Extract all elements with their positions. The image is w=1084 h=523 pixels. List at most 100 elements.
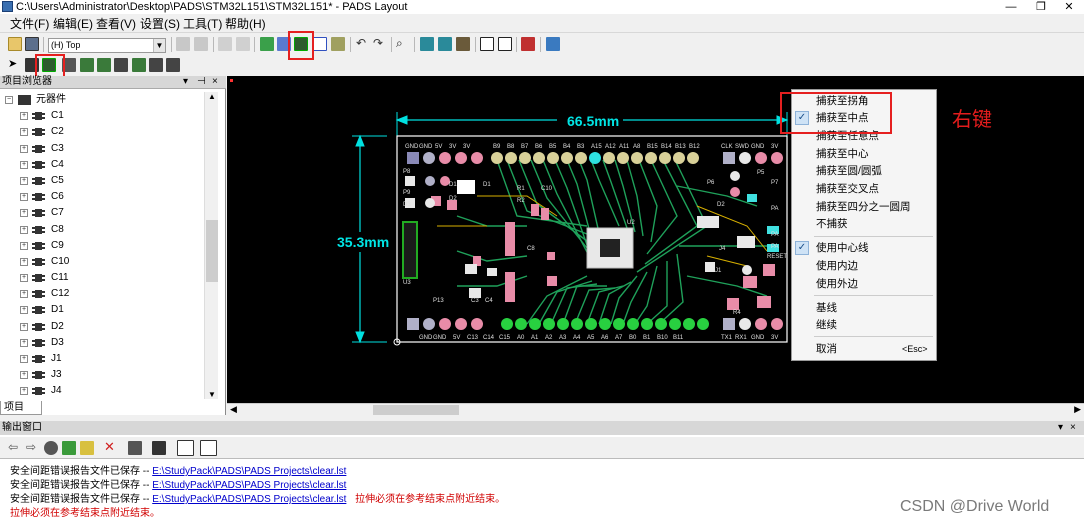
tree-item-c4[interactable]: + C4 [0,157,204,173]
maximize-button[interactable]: ❐ [1026,0,1056,14]
collapse-icon[interactable]: − [5,96,13,104]
expand-icon[interactable]: + [20,387,28,396]
stop-icon[interactable] [44,441,58,455]
menu-settings[interactable]: 设置(S) [140,17,180,31]
component-icon[interactable] [331,37,345,51]
context-menu-item[interactable]: 使用内边 [816,260,858,273]
select-arrow-icon[interactable]: ➤ [8,58,22,72]
refresh-output-icon[interactable] [62,441,76,455]
paste-icon[interactable] [236,37,250,51]
tree-item-c6[interactable]: + C6 [0,189,204,205]
output-close-button[interactable]: × [1070,421,1076,435]
tree-item-c3[interactable]: + C3 [0,141,204,157]
minimize-button[interactable]: — [996,0,1026,14]
select-mode-icon[interactable] [480,37,494,51]
clear-icon[interactable]: ✕ [104,440,118,455]
refresh-icon[interactable] [194,37,208,51]
trace-icon[interactable] [313,37,327,51]
redo-icon[interactable]: ↷ [373,37,387,51]
menu-tools[interactable]: 工具(T) [183,17,222,31]
tree-item-j1[interactable]: + J1 [0,351,204,367]
canvas-hscrollbar[interactable]: ◀ ▶ [227,403,1084,416]
tree-item-d2[interactable]: + D2 [0,319,204,335]
tree-item-c1[interactable]: + C1 [0,108,204,124]
expand-icon[interactable]: + [20,225,28,234]
tree-root[interactable]: − 元器件 [0,92,204,108]
context-menu-item[interactable]: 不捕获 [816,218,848,231]
panel-close-button[interactable]: × [212,76,218,88]
save-icon[interactable] [25,37,39,51]
pin-icon[interactable]: ▾ [183,76,188,88]
context-menu-item[interactable]: 使用中心线 [816,242,869,255]
forward-arrow-icon[interactable]: ⇨ [26,441,40,455]
tab-project[interactable]: 项目 [0,401,42,415]
expand-icon[interactable]: + [20,176,28,185]
context-menu-item[interactable]: 捕获至圆/圆弧 [816,165,882,178]
layer-select[interactable]: (H) Top ▼ [48,38,166,53]
scroll-up-icon[interactable]: ▲ [208,92,216,101]
context-menu-item[interactable]: 捕获至四分之一圆周 [816,201,911,214]
expand-icon[interactable]: + [20,355,28,363]
expand-icon[interactable]: + [20,160,28,169]
expand-icon[interactable]: + [20,290,28,299]
menu-help[interactable]: 帮助(H) [225,17,266,31]
pen-icon[interactable] [456,37,470,51]
expand-icon[interactable]: + [20,371,28,380]
expand-icon[interactable]: + [20,128,28,137]
expand-icon[interactable]: + [20,306,28,315]
menu-edit[interactable]: 编辑(E) [53,17,93,31]
tree-item-c9[interactable]: + C9 [0,238,204,254]
output-link[interactable]: E:\StudyPack\PADS\PADS Projects\clear.ls… [152,466,346,477]
expand-icon[interactable]: + [20,322,28,331]
layers-icon[interactable] [546,37,560,51]
panel-menu-icon[interactable]: ▾ [1058,421,1063,435]
context-menu-item[interactable]: 捕获至中心 [816,148,869,161]
drafting-icon[interactable] [80,58,94,72]
undo-icon[interactable]: ↶ [356,37,370,51]
context-menu-item[interactable]: 基线 [816,302,837,315]
context-menu-item[interactable]: 继续 [816,319,837,332]
grid-icon[interactable] [200,440,217,456]
expand-icon[interactable]: + [20,257,28,266]
menu-view[interactable]: 查看(V) [96,17,136,31]
tree-item-c8[interactable]: + C8 [0,222,204,238]
tree-item-c7[interactable]: + C7 [0,205,204,221]
context-menu-item[interactable]: 取消 [816,343,837,356]
expand-icon[interactable]: + [20,338,28,347]
tree-item-d1[interactable]: + D1 [0,302,204,318]
menu-file[interactable]: 文件(F) [10,17,49,31]
board-mode-icon[interactable] [498,37,512,51]
route-tool-icon[interactable] [149,58,163,72]
chevron-down-icon[interactable]: ▼ [153,39,165,52]
open-icon[interactable] [8,37,22,51]
output-link[interactable]: E:\StudyPack\PADS\PADS Projects\clear.ls… [152,480,346,491]
drc-icon[interactable] [420,37,434,51]
tree-item-c11[interactable]: + C11 [0,270,204,286]
tree-item-c5[interactable]: + C5 [0,173,204,189]
expand-icon[interactable]: + [20,209,28,218]
tree-item-c2[interactable]: + C2 [0,124,204,140]
context-menu-item[interactable]: 捕获至交叉点 [816,183,879,196]
print-output-icon[interactable] [128,441,142,455]
close-button[interactable]: ✕ [1054,0,1084,14]
expand-icon[interactable]: + [20,274,28,283]
edit-icon[interactable] [177,440,194,456]
hscroll-thumb[interactable] [373,405,459,415]
route-icon[interactable] [260,37,274,51]
find-icon[interactable] [521,37,535,51]
tree-scrollbar[interactable]: ▲ ▼ [204,92,218,399]
list-icon[interactable] [166,58,180,72]
tree-item-c10[interactable]: + C10 [0,254,204,270]
scroll-right-icon[interactable]: ▶ [1074,404,1081,415]
tree-item-j4[interactable]: + J4 [0,383,204,399]
align-icon[interactable] [114,58,128,72]
expand-icon[interactable]: + [20,193,28,202]
expand-icon[interactable]: + [20,144,28,153]
output-link[interactable]: E:\StudyPack\PADS\PADS Projects\clear.ls… [152,494,346,505]
zoom-icon[interactable]: ⌕ [396,37,410,51]
scroll-down-icon[interactable]: ▼ [208,390,216,399]
expand-icon[interactable]: + [20,112,28,121]
back-arrow-icon[interactable]: ⇦ [8,441,22,455]
scroll-left-icon[interactable]: ◀ [230,404,237,415]
home-icon[interactable] [80,441,94,455]
